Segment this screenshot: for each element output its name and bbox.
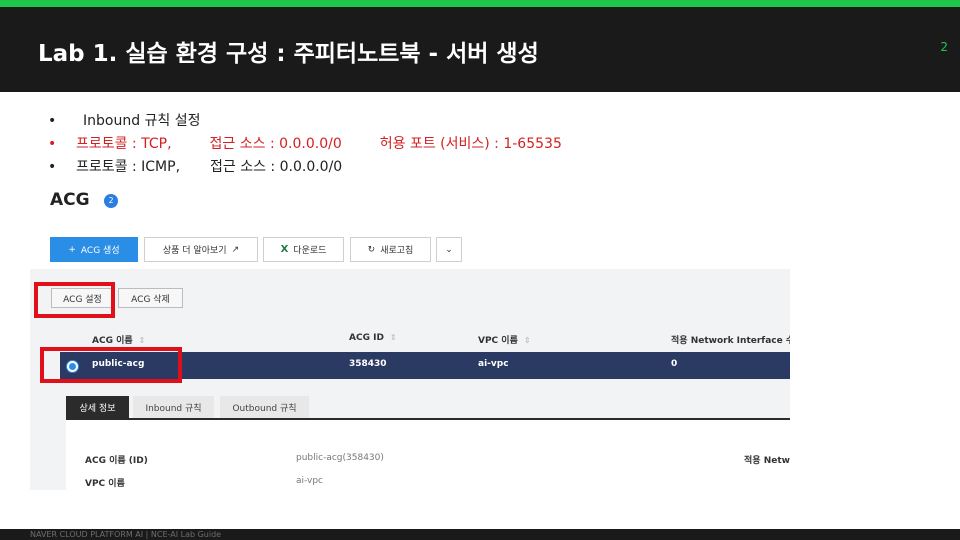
highlight-acg-settings: [34, 282, 115, 318]
tab-inbound-rules[interactable]: Inbound 규칙: [133, 396, 214, 418]
bullet-dot: •: [48, 113, 57, 129]
tcp-source: 접근 소스 : 0.0.0.0/0: [209, 136, 342, 152]
bullet-dot: •: [48, 136, 57, 152]
icmp-protocol: 프로토콜 : ICMP,: [76, 159, 181, 175]
tcp-protocol: 프로토콜 : TCP,: [76, 136, 172, 152]
create-acg-label: ACG 생성: [80, 246, 120, 256]
learn-more-button[interactable]: 상품 더 알아보기 ↗: [144, 237, 258, 262]
refresh-icon: ↻: [367, 244, 376, 255]
slide-header: Lab 1. 실습 환경 구성 : 주피터노트북 - 서버 생성 2: [0, 7, 960, 92]
col-header-nic-count[interactable]: 적용 Network Interface 수: [671, 333, 790, 346]
slide-title: Lab 1. 실습 환경 구성 : 주피터노트북 - 서버 생성: [38, 41, 539, 67]
acg-delete-button[interactable]: ACG 삭제: [118, 288, 183, 308]
col-header-acg-id[interactable]: ACG ID ⇕: [349, 333, 397, 343]
download-button[interactable]: X 다운로드: [263, 237, 344, 262]
page-number: 2: [940, 40, 948, 54]
console-screenshot: ACG 2 + ACG 생성 상품 더 알아보기 ↗ X 다운로드 ↻ 새로고침…: [30, 186, 790, 490]
more-dropdown-button[interactable]: ⌄: [436, 237, 462, 262]
top-accent-bar: [0, 0, 960, 7]
plus-icon: +: [68, 244, 76, 255]
bullet-text: Inbound 규칙 설정: [83, 113, 201, 129]
sort-icon: ⇕: [138, 336, 146, 345]
detail-nic-label: 적용 Netwo: [744, 456, 790, 466]
acg-page-title: ACG: [50, 190, 90, 210]
acg-count-badge: 2: [104, 194, 118, 208]
detail-name-value: public-acg(358430): [296, 453, 384, 463]
col-header-acg-name[interactable]: ACG 이름 ⇕: [92, 333, 145, 346]
icmp-source: 접근 소스 : 0.0.0.0/0: [210, 159, 343, 175]
bullet-inbound-rules: • Inbound 규칙 설정: [48, 110, 562, 133]
cell-acg-id: 358430: [349, 359, 387, 369]
create-acg-button[interactable]: + ACG 생성: [50, 237, 138, 262]
cell-nic-count: 0: [671, 359, 678, 369]
detail-vpc-value: ai-vpc: [296, 476, 324, 486]
bullet-icmp-rule: • 프로토콜 : ICMP, 접근 소스 : 0.0.0.0/0: [48, 156, 562, 179]
slide-footer: NAVER CLOUD PLATFORM AI | NCE-AI Lab Gui…: [0, 529, 960, 540]
tab-outbound-rules[interactable]: Outbound 규칙: [220, 396, 309, 418]
sort-icon: ⇕: [389, 333, 397, 342]
learn-more-label: 상품 더 알아보기: [162, 246, 227, 256]
sort-icon: ⇕: [523, 336, 531, 345]
footer-text: NAVER CLOUD PLATFORM AI | NCE-AI Lab Gui…: [30, 530, 222, 539]
refresh-button[interactable]: ↻ 새로고침: [350, 237, 431, 262]
external-link-icon: ↗: [231, 244, 240, 255]
tcp-port: 허용 포트 (서비스) : 1-65535: [379, 136, 562, 152]
highlight-selected-row: [40, 347, 182, 383]
detail-name-label: ACG 이름 (ID): [85, 456, 148, 466]
detail-panel: [66, 420, 790, 490]
bullet-list: • Inbound 규칙 설정 • 프로토콜 : TCP, 접근 소스 : 0.…: [48, 110, 562, 179]
detail-vpc-label: VPC 이름: [85, 479, 125, 489]
cell-vpc-name: ai-vpc: [478, 359, 509, 369]
tab-detail-info[interactable]: 상세 정보: [66, 396, 129, 418]
refresh-label: 새로고침: [380, 246, 414, 256]
excel-icon: X: [280, 244, 289, 255]
bullet-tcp-rule: • 프로토콜 : TCP, 접근 소스 : 0.0.0.0/0 허용 포트 (서…: [48, 133, 562, 156]
bullet-dot: •: [48, 159, 57, 175]
col-header-vpc-name[interactable]: VPC 이름 ⇕: [478, 333, 531, 346]
download-label: 다운로드: [293, 246, 327, 256]
chevron-down-icon: ⌄: [445, 244, 453, 255]
